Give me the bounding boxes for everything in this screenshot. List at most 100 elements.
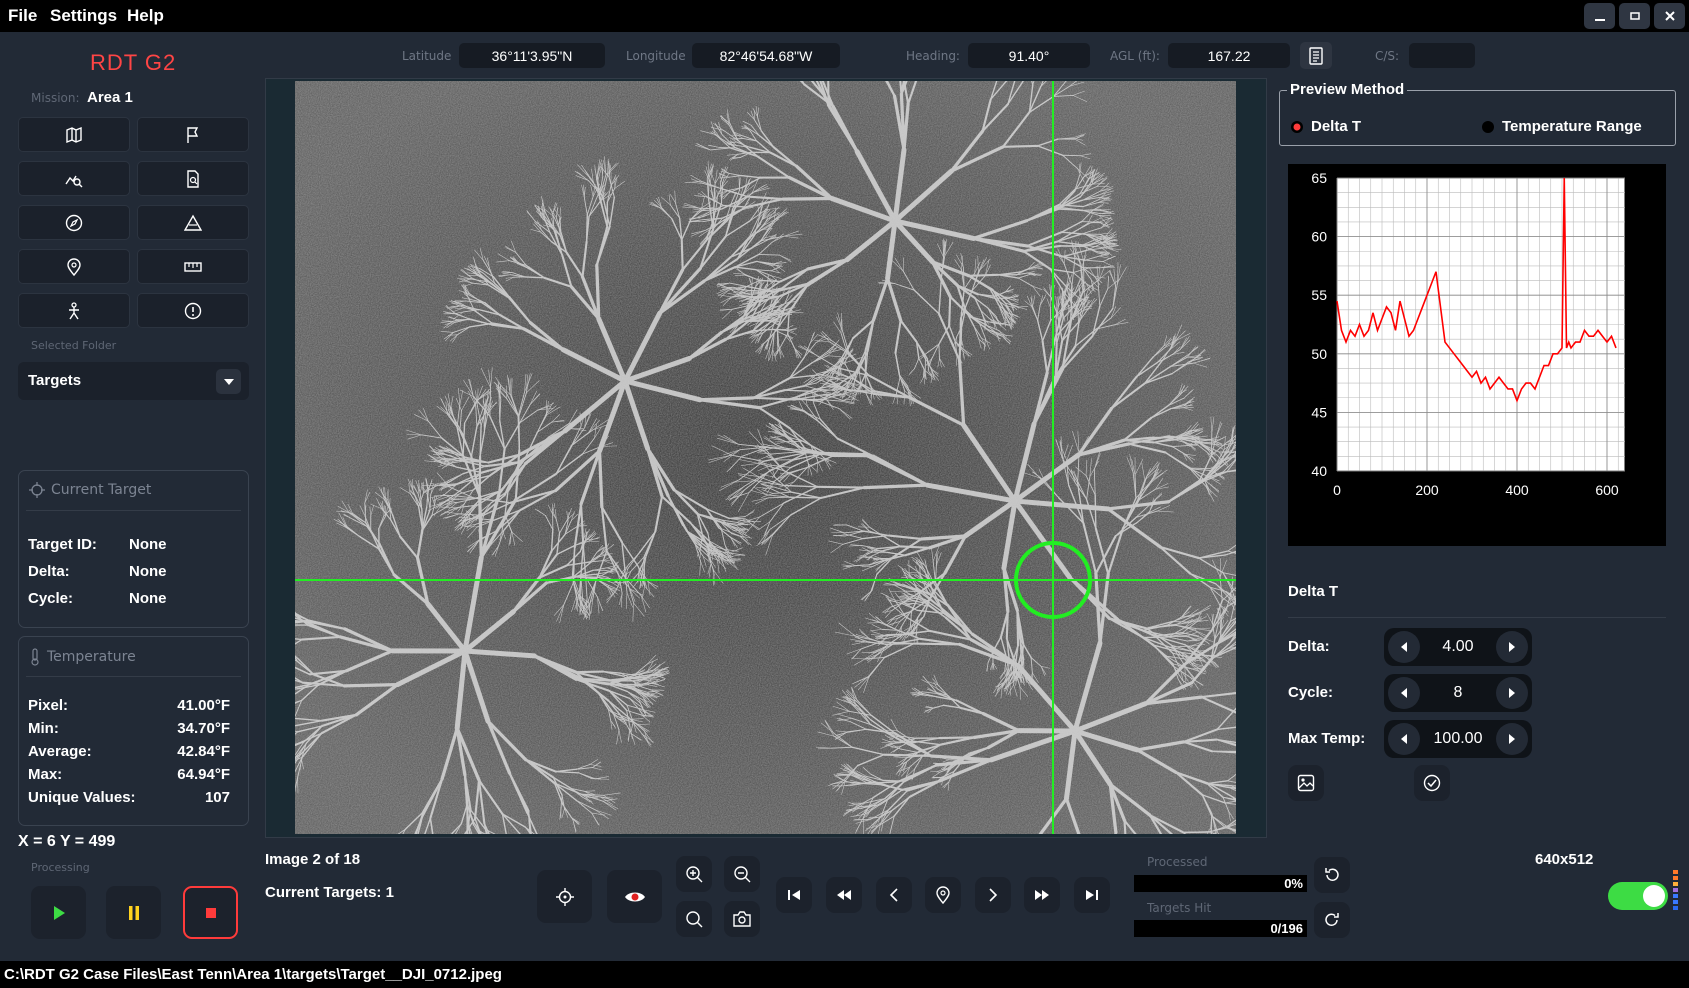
branch <box>421 508 424 532</box>
longitude-label: Longitude <box>626 49 686 63</box>
branch <box>865 374 867 395</box>
document-search-button[interactable] <box>137 161 249 196</box>
processing-label: Processing <box>31 861 90 874</box>
triangle-pattern-icon <box>184 214 202 231</box>
map-button[interactable] <box>18 117 130 152</box>
longitude-field: 82°46'54.68"W <box>692 43 840 68</box>
branch <box>899 545 931 549</box>
measure-icon <box>184 261 202 272</box>
play-icon <box>53 905 65 920</box>
alert-icon <box>184 302 202 319</box>
thermal-image-canvas <box>295 81 1236 834</box>
person-button[interactable] <box>18 293 130 328</box>
cs-field[interactable] <box>1409 43 1475 68</box>
pin-button[interactable] <box>18 249 130 284</box>
divider <box>26 676 241 677</box>
minimize-icon <box>1594 19 1605 21</box>
pause-icon <box>128 905 139 920</box>
target-id-label: Target ID: <box>28 536 97 553</box>
min-value: 34.70°F <box>177 720 230 737</box>
branch <box>524 276 546 279</box>
max-value: 64.94°F <box>177 766 230 783</box>
unique-values-label: Unique Values: <box>28 789 136 806</box>
selected-folder-label: Selected Folder <box>31 339 117 352</box>
latitude-field: 36°11'3.95"N <box>459 43 605 68</box>
compass-icon <box>65 214 83 231</box>
close-button[interactable] <box>1654 3 1685 29</box>
chart-search-icon <box>65 175 83 187</box>
dropdown-arrow[interactable] <box>216 369 241 394</box>
pixel-value: 41.00°F <box>177 697 230 714</box>
measure-button[interactable] <box>137 249 249 284</box>
branch <box>948 295 952 327</box>
cs-label: C/S: <box>1375 49 1400 63</box>
folder-dropdown[interactable]: Targets <box>18 362 249 400</box>
agl-field: 167.22 <box>1168 43 1290 68</box>
menu-help[interactable]: Help <box>127 6 164 26</box>
mission-value: Area 1 <box>87 89 133 106</box>
cursor-coords: X = 6 Y = 499 <box>18 833 116 850</box>
latitude-label: Latitude <box>402 49 452 63</box>
menu-bar: File Settings Help <box>0 0 1689 32</box>
branch <box>1189 467 1211 470</box>
play-button[interactable] <box>31 886 86 939</box>
divider <box>26 510 241 511</box>
alert-button[interactable] <box>137 293 249 328</box>
thermal-image[interactable] <box>295 81 1236 834</box>
crosshair-icon <box>29 482 45 498</box>
temperature-title: Temperature <box>29 648 136 666</box>
menu-file[interactable]: File <box>8 6 37 26</box>
branch <box>597 449 604 509</box>
branch <box>816 485 866 489</box>
branch <box>680 238 684 271</box>
branch <box>342 682 400 688</box>
heading-field: 91.40° <box>968 43 1090 68</box>
average-value: 42.84°F <box>177 743 230 760</box>
maximize-icon <box>1629 12 1640 20</box>
branch <box>938 343 940 359</box>
mission-label: Mission: <box>31 91 80 105</box>
temperature-title-text: Temperature <box>47 649 136 665</box>
map-icon <box>66 126 82 143</box>
chart-search-button[interactable] <box>18 161 130 196</box>
app-logo: RDT G2 <box>90 50 177 75</box>
branch <box>1059 245 1085 248</box>
branch <box>788 496 822 499</box>
delta-value: None <box>129 563 167 580</box>
pause-button[interactable] <box>106 886 161 939</box>
delta-label: Delta: <box>28 563 70 580</box>
close-icon <box>1664 11 1675 21</box>
cycle-value: None <box>129 590 167 607</box>
flag-button[interactable] <box>137 117 249 152</box>
minimize-button[interactable] <box>1584 3 1615 29</box>
branch <box>967 273 1000 277</box>
pin-icon <box>67 257 81 276</box>
document-search-icon <box>187 169 199 188</box>
menu-settings[interactable]: Settings <box>50 6 117 26</box>
branch <box>1001 144 1039 148</box>
person-icon <box>69 301 79 319</box>
heading-label: Heading: <box>906 49 960 63</box>
flag-icon <box>187 126 199 143</box>
maximize-button[interactable] <box>1619 3 1650 29</box>
average-label: Average: <box>28 743 92 760</box>
current-target-title: Current Target <box>29 482 151 498</box>
target-id-value: None <box>129 536 167 553</box>
report-button[interactable] <box>1300 42 1332 69</box>
branch <box>429 493 432 510</box>
folder-value: Targets <box>28 372 82 389</box>
stop-icon <box>205 907 216 918</box>
chevron-down-icon <box>223 378 234 385</box>
max-label: Max: <box>28 766 63 783</box>
stop-button[interactable] <box>183 886 238 939</box>
agl-label: AGL (ft): <box>1110 49 1160 63</box>
thermometer-icon <box>31 648 39 666</box>
cycle-label: Cycle: <box>28 590 74 607</box>
current-target-title-text: Current Target <box>51 482 152 498</box>
branch <box>781 196 834 201</box>
pattern-button[interactable] <box>137 205 249 240</box>
branch <box>758 253 780 256</box>
document-icon <box>1309 46 1323 65</box>
unique-values-value: 107 <box>204 789 230 806</box>
compass-button[interactable] <box>18 205 130 240</box>
